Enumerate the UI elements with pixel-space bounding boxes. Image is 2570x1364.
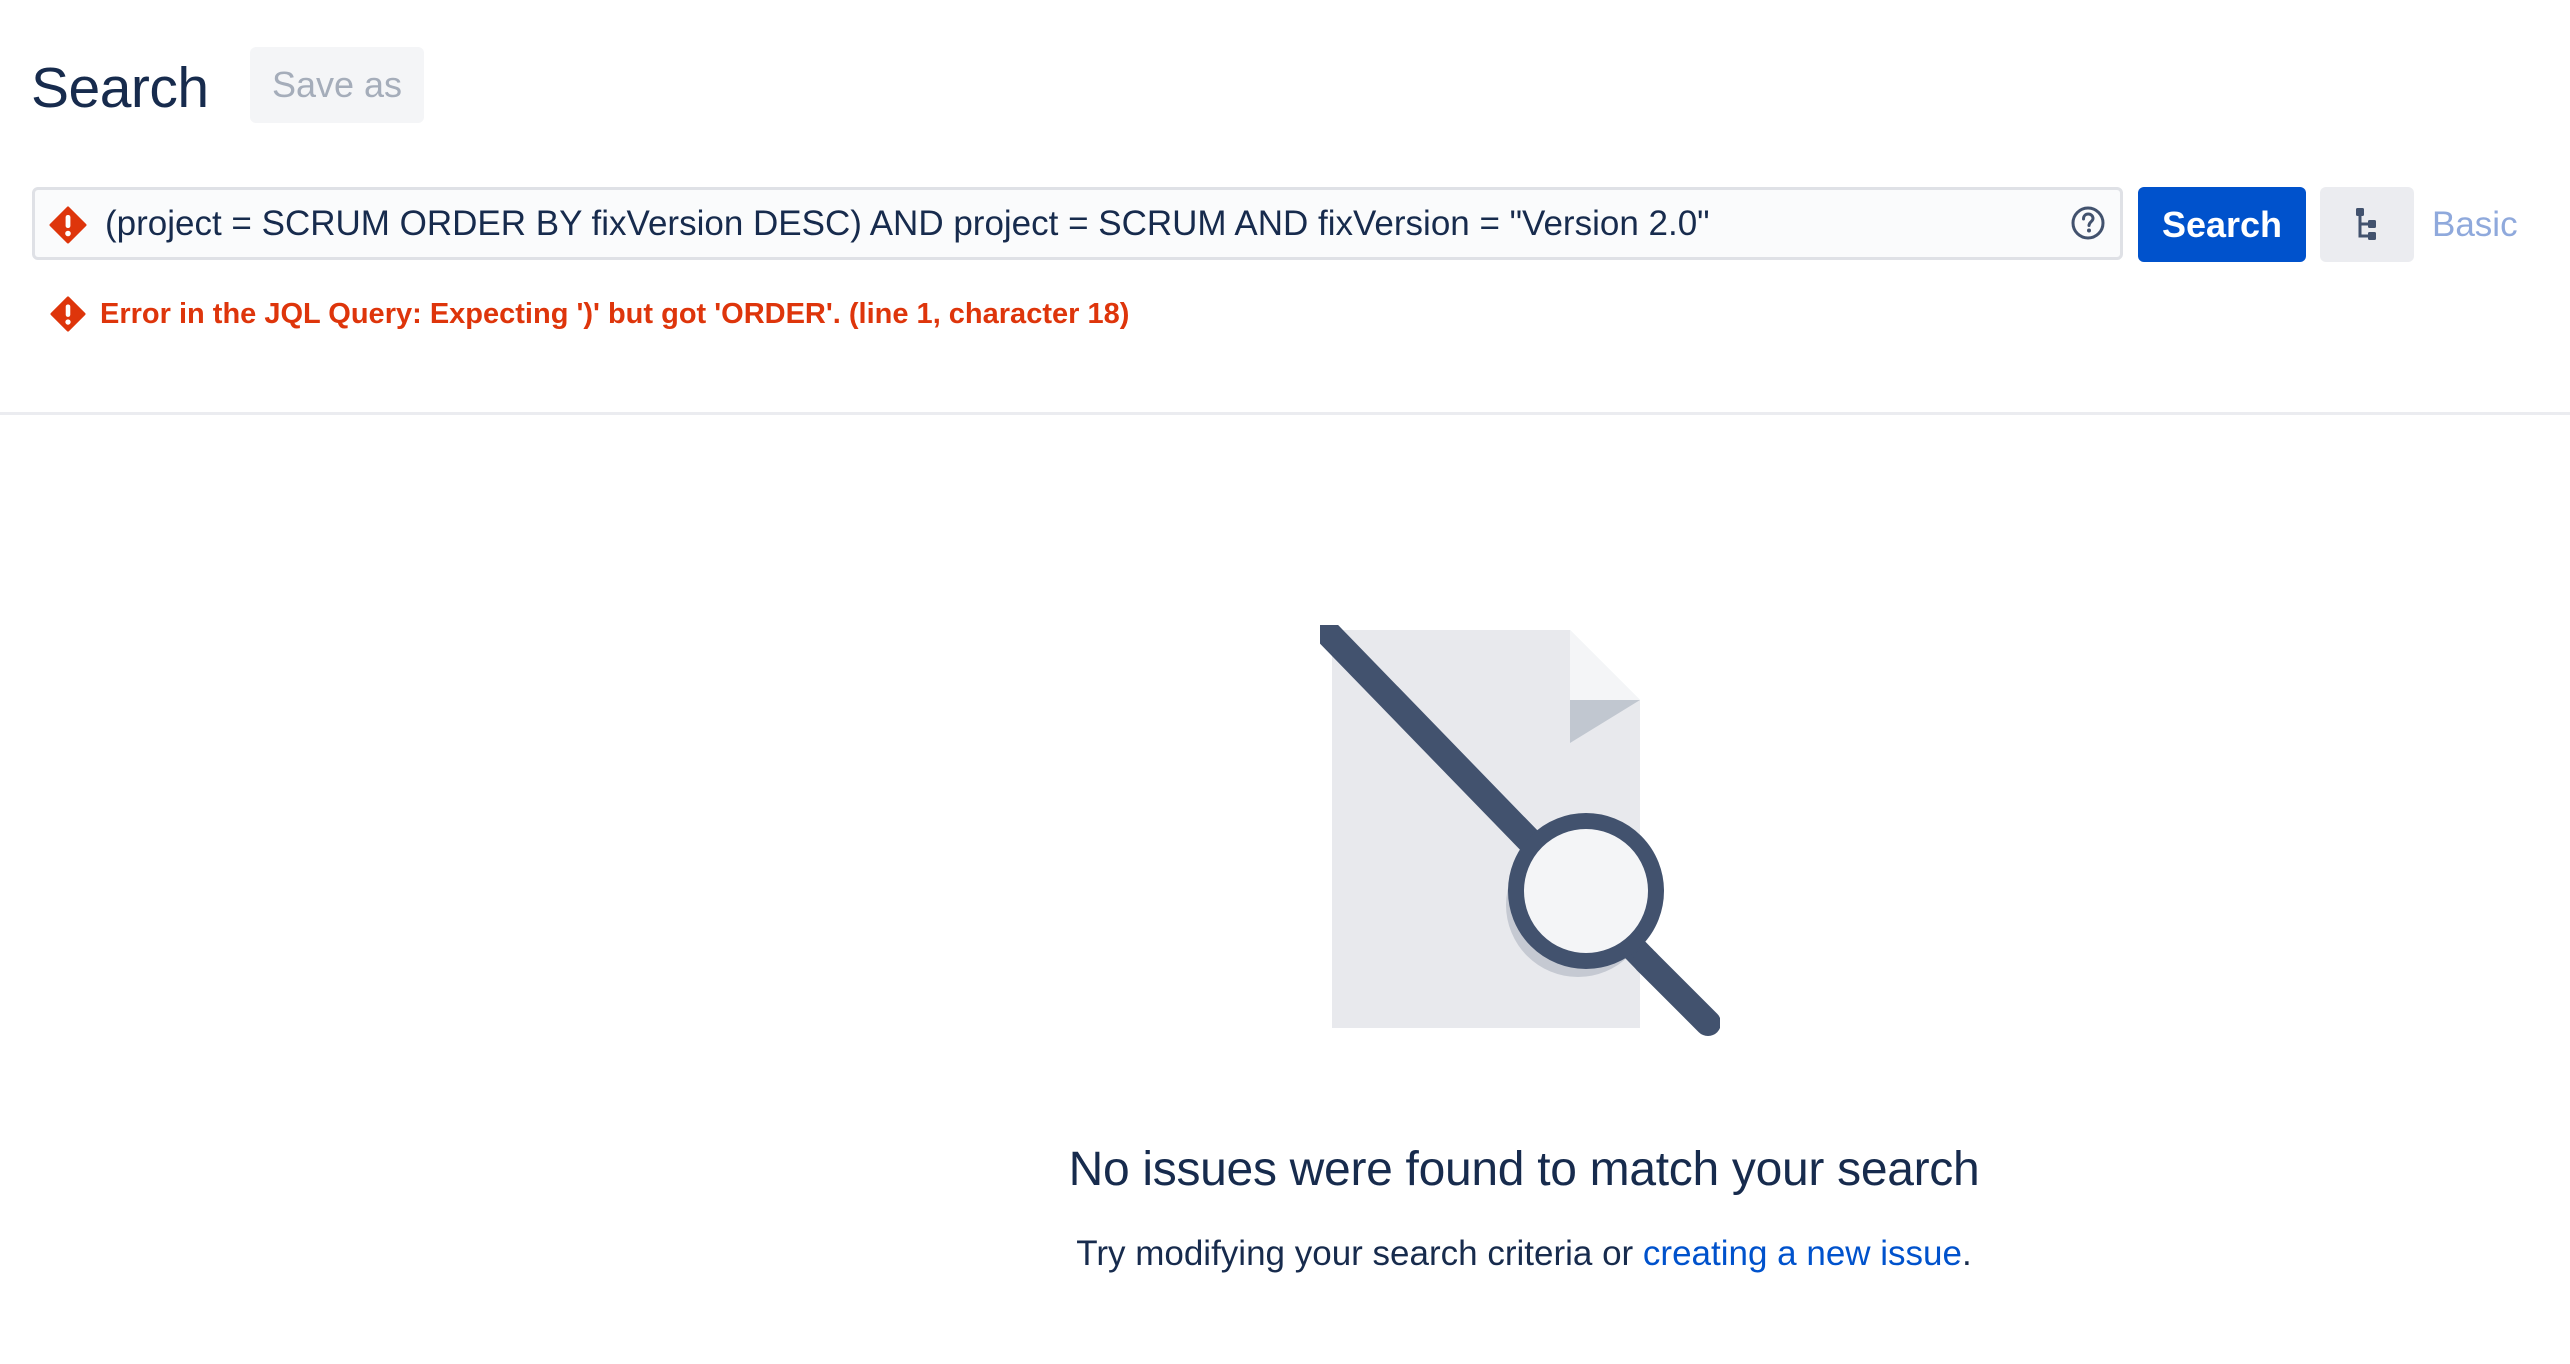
search-button[interactable]: Search — [2138, 187, 2306, 262]
empty-state-desc-suffix: . — [1962, 1234, 1972, 1273]
empty-state-title: No issues were found to match your searc… — [1068, 1143, 1980, 1196]
help-icon[interactable] — [2070, 205, 2106, 241]
create-new-issue-link[interactable]: creating a new issue — [1643, 1234, 1962, 1273]
error-icon — [50, 296, 86, 332]
page-title: Search — [31, 56, 209, 120]
section-divider — [0, 412, 2570, 415]
error-message-text: Error in the JQL Query: Expecting ')' bu… — [100, 298, 1130, 330]
structure-toggle-button[interactable] — [2320, 187, 2414, 262]
hierarchy-icon — [2356, 208, 2376, 240]
save-as-button[interactable]: Save as — [250, 47, 424, 123]
jql-query-text[interactable]: (project = SCRUM ORDER BY fixVersion DES… — [105, 190, 1710, 257]
document-search-icon — [1320, 625, 1720, 1036]
basic-mode-link[interactable]: Basic — [2432, 187, 2518, 262]
jql-query-input[interactable]: (project = SCRUM ORDER BY fixVersion DES… — [32, 187, 2123, 260]
error-icon — [49, 206, 87, 244]
empty-state-desc-prefix: Try modifying your search criteria or — [1076, 1234, 1643, 1273]
empty-state-description: Try modifying your search criteria or cr… — [0, 1226, 2570, 1282]
